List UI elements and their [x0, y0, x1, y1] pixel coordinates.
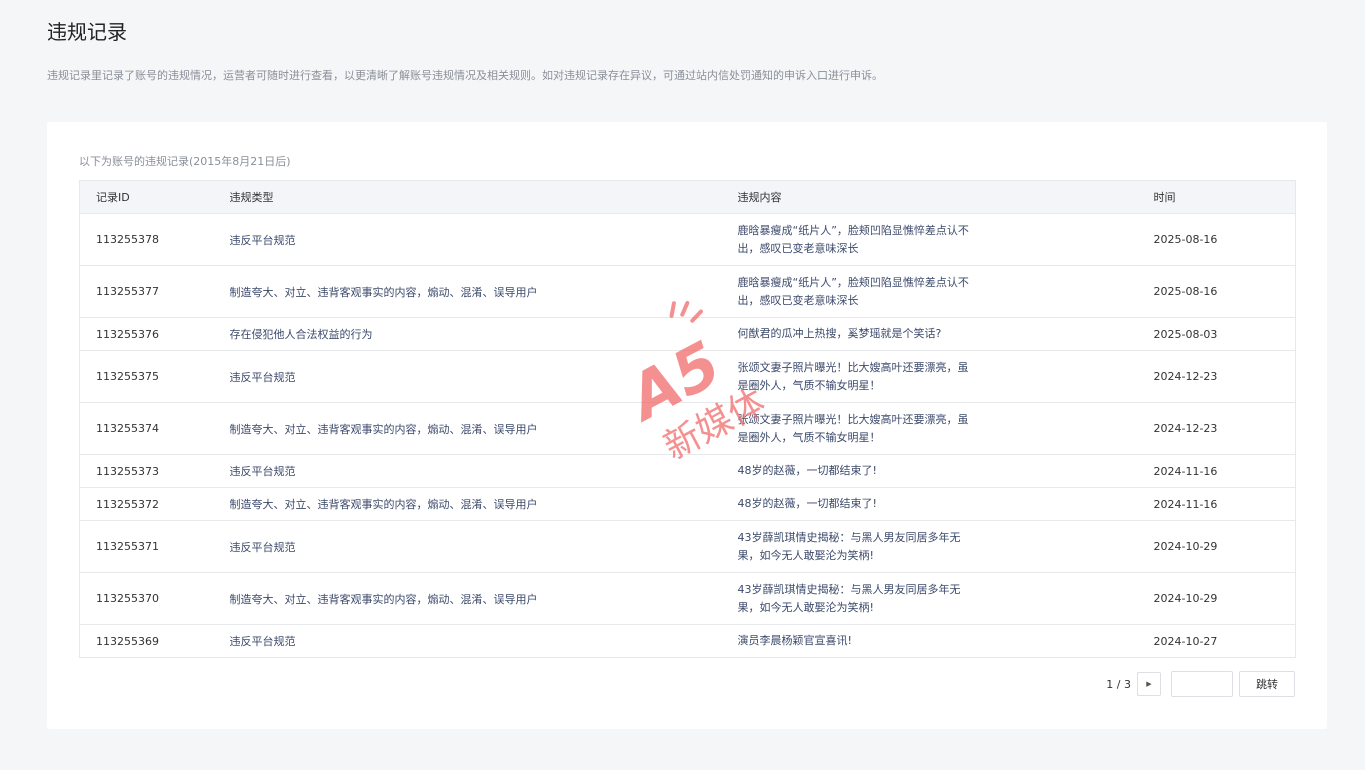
table-row: 113255375 违反平台规范 张颂文妻子照片曝光！比大嫂高叶还要漂亮，虽是圈… [79, 350, 1296, 403]
violation-type: 制造夸大、对立、违背客观事实的内容，煽动、混淆、误导用户 [213, 572, 722, 625]
table-row: 113255373 违反平台规范 48岁的赵薇，一切都结束了! 2024-11-… [79, 454, 1296, 488]
violation-content: 48岁的赵薇，一切都结束了! [737, 464, 877, 477]
violation-table: 记录ID 违规类型 违规内容 时间 113255378 违反平台规范 鹿晗暴瘦成… [79, 180, 1296, 658]
pagination: 1 / 3 ▶ 跳转 [1106, 671, 1295, 697]
table-row: 113255374 制造夸大、对立、违背客观事实的内容，煽动、混淆、误导用户 张… [79, 402, 1296, 455]
violation-content: 鹿晗暴瘦成“纸片人”，脸颊凹陷显憔悴差点认不出，感叹已变老意味深长 [737, 223, 969, 255]
table-row: 113255377 制造夸大、对立、违背客观事实的内容，煽动、混淆、误导用户 鹿… [79, 265, 1296, 318]
violation-content: 43岁薛凯琪情史揭秘：与黑人男友同居多年无果，如今无人敢娶沦为笑柄! [737, 582, 961, 614]
table-row: 113255378 违反平台规范 鹿晗暴瘦成“纸片人”，脸颊凹陷显憔悴差点认不出… [79, 213, 1296, 266]
record-id: 113255369 [79, 624, 214, 658]
violation-content: 张颂文妻子照片曝光！比大嫂高叶还要漂亮，虽是圈外人，气质不输女明星！ [737, 412, 969, 444]
record-time: 2024-12-23 [1137, 350, 1296, 403]
record-id: 113255371 [79, 520, 214, 573]
record-id: 113255377 [79, 265, 214, 318]
record-time: 2024-10-29 [1137, 572, 1296, 625]
record-id: 113255378 [79, 213, 214, 266]
record-id: 113255374 [79, 402, 214, 455]
violation-type: 制造夸大、对立、违背客观事实的内容，煽动、混淆、误导用户 [213, 402, 722, 455]
violation-content: 43岁薛凯琪情史揭秘：与黑人男友同居多年无果，如今无人敢娶沦为笑柄! [737, 530, 961, 562]
column-header-content: 违规内容 [721, 180, 1138, 214]
record-id: 113255373 [79, 454, 214, 488]
violation-type: 违反平台规范 [213, 520, 722, 573]
violation-type: 违反平台规范 [213, 213, 722, 266]
jump-button[interactable]: 跳转 [1239, 671, 1295, 697]
violation-content: 演员李晨杨颖官宣喜讯! [737, 634, 852, 647]
column-header-time: 时间 [1137, 180, 1296, 214]
record-id: 113255370 [79, 572, 214, 625]
table-row: 113255376 存在侵犯他人合法权益的行为 何猷君的瓜冲上热搜，奚梦瑶就是个… [79, 317, 1296, 351]
table-row: 113255371 违反平台规范 43岁薛凯琪情史揭秘：与黑人男友同居多年无果，… [79, 520, 1296, 573]
violation-content: 鹿晗暴瘦成“纸片人”，脸颊凹陷显憔悴差点认不出，感叹已变老意味深长 [737, 275, 969, 307]
table-row: 113255372 制造夸大、对立、违背客观事实的内容，煽动、混淆、误导用户 4… [79, 487, 1296, 521]
record-id: 113255376 [79, 317, 214, 351]
violation-type: 制造夸大、对立、违背客观事实的内容，煽动、混淆、误导用户 [213, 265, 722, 318]
record-time: 2025-08-03 [1137, 317, 1296, 351]
record-time: 2024-10-27 [1137, 624, 1296, 658]
record-time: 2024-11-16 [1137, 487, 1296, 521]
record-time: 2025-08-16 [1137, 265, 1296, 318]
violation-type: 违反平台规范 [213, 350, 722, 403]
caret-right-icon: ▶ [1146, 681, 1152, 688]
record-id: 113255372 [79, 487, 214, 521]
page-indicator: 1 / 3 [1106, 677, 1131, 691]
violation-type: 制造夸大、对立、违背客观事实的内容，煽动、混淆、误导用户 [213, 487, 722, 521]
next-page-button[interactable]: ▶ [1137, 672, 1161, 696]
record-time: 2024-11-16 [1137, 454, 1296, 488]
violation-records-card: 以下为账号的违规记录(2015年8月21日后) 记录ID 违规类型 违规内容 时… [47, 122, 1327, 729]
table-row: 113255369 违反平台规范 演员李晨杨颖官宣喜讯! 2024-10-27 [79, 624, 1296, 658]
table-row: 113255370 制造夸大、对立、违背客观事实的内容，煽动、混淆、误导用户 4… [79, 572, 1296, 625]
violation-type: 存在侵犯他人合法权益的行为 [213, 317, 722, 351]
violation-type: 违反平台规范 [213, 454, 722, 488]
page-description: 违规记录里记录了账号的违规情况，运营者可随时进行查看，以更清晰了解账号违规情况及… [47, 69, 883, 82]
record-time: 2024-10-29 [1137, 520, 1296, 573]
page-number-input[interactable] [1171, 671, 1233, 697]
table-caption: 以下为账号的违规记录(2015年8月21日后) [79, 155, 291, 168]
record-id: 113255375 [79, 350, 214, 403]
record-time: 2025-08-16 [1137, 213, 1296, 266]
column-header-id: 记录ID [79, 180, 214, 214]
column-header-type: 违规类型 [213, 180, 722, 214]
violation-type: 违反平台规范 [213, 624, 722, 658]
record-time: 2024-12-23 [1137, 402, 1296, 455]
page-title: 违规记录 [47, 20, 127, 44]
violation-content: 何猷君的瓜冲上热搜，奚梦瑶就是个笑话? [737, 327, 942, 340]
violation-content: 48岁的赵薇，一切都结束了! [737, 497, 877, 510]
violation-content: 张颂文妻子照片曝光！比大嫂高叶还要漂亮，虽是圈外人，气质不输女明星！ [737, 360, 969, 392]
table-header-row: 记录ID 违规类型 违规内容 时间 [79, 180, 1296, 214]
